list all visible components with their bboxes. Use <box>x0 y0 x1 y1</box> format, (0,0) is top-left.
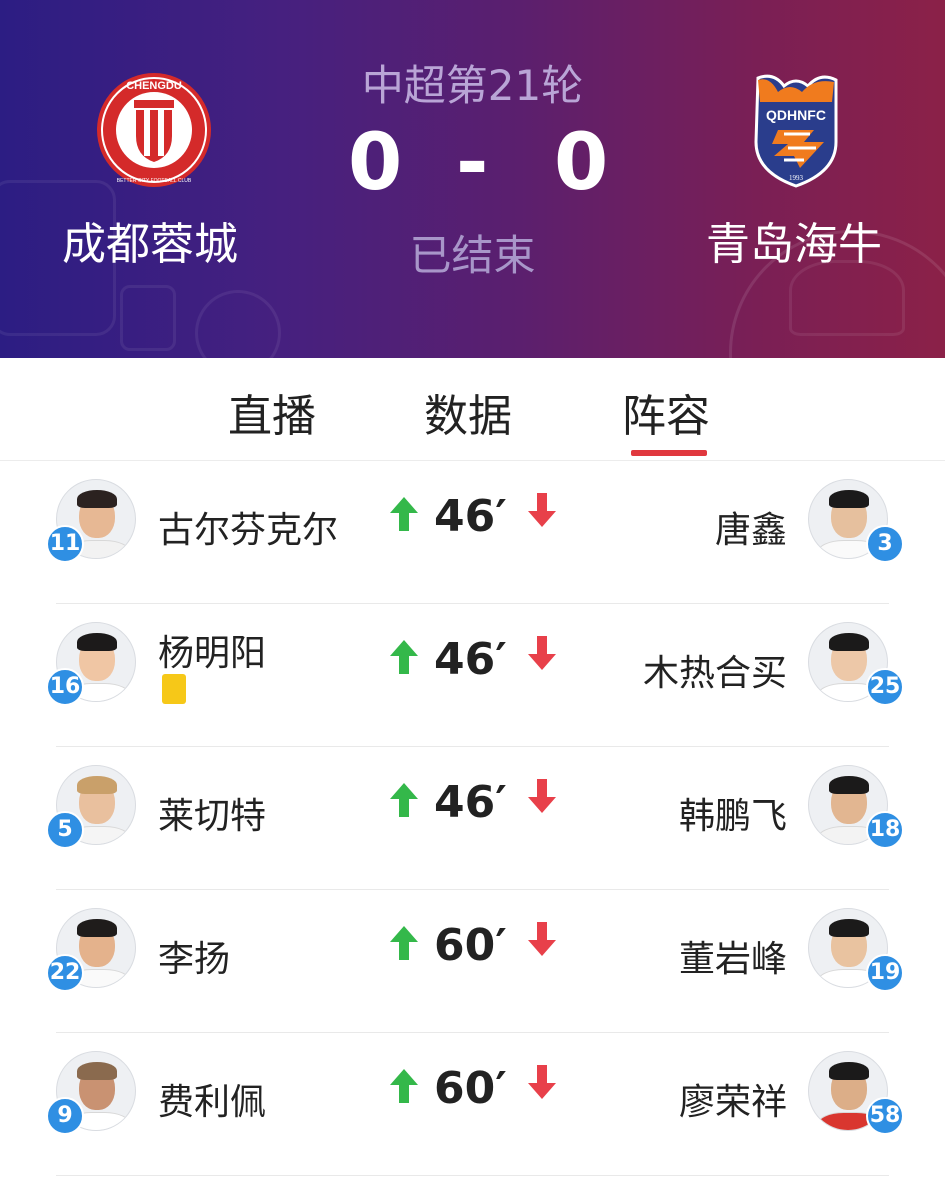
substitution-minute: 60′ <box>434 1063 507 1114</box>
home-player-name[interactable]: 费利佩 <box>158 1073 266 1125</box>
away-player-number-badge: 18 <box>866 811 904 849</box>
away-player-name[interactable]: 韩鹏飞 <box>679 787 787 839</box>
sub-in-arrow-icon <box>390 1069 418 1103</box>
sub-in-arrow-icon <box>390 783 418 817</box>
svg-text:1993: 1993 <box>789 174 804 182</box>
tab-stats[interactable]: 数据 <box>424 380 512 444</box>
home-player-avatar[interactable]: 9 <box>46 1051 136 1135</box>
active-tab-indicator <box>631 450 707 456</box>
sub-out-arrow-icon <box>528 1065 556 1099</box>
home-score: 0 <box>348 118 403 208</box>
whistle-decoration <box>195 290 281 358</box>
away-score: 0 <box>554 118 609 208</box>
home-player-number-badge: 9 <box>46 1097 84 1135</box>
away-player-avatar[interactable]: 3 <box>808 479 904 563</box>
svg-text:BETTER CITY FOOTBALL CLUB: BETTER CITY FOOTBALL CLUB <box>117 178 192 184</box>
away-player-number-badge: 58 <box>866 1097 904 1135</box>
substitution-minute: 60′ <box>434 920 507 971</box>
away-player-number-badge: 3 <box>866 525 904 563</box>
sub-out-arrow-icon <box>528 922 556 956</box>
sub-out-arrow-icon <box>528 636 556 670</box>
score-separator: - <box>456 118 489 208</box>
home-player-name[interactable]: 李扬 <box>158 930 230 982</box>
away-team-name[interactable]: 青岛海牛 <box>706 208 882 272</box>
substitution-minute: 46′ <box>434 491 507 542</box>
tab-bar: 直播 数据 阵容 <box>0 358 945 461</box>
sub-in-arrow-icon <box>390 640 418 674</box>
home-player-name[interactable]: 莱切特 <box>158 787 266 839</box>
away-player-name[interactable]: 廖荣祥 <box>679 1073 787 1125</box>
away-player-name[interactable]: 木热合买 <box>643 644 787 696</box>
away-player-name[interactable]: 董岩峰 <box>679 930 787 982</box>
substitution-minute: 46′ <box>434 634 507 685</box>
sub-in-arrow-icon <box>390 926 418 960</box>
home-player-number-badge: 22 <box>46 954 84 992</box>
away-player-avatar[interactable]: 19 <box>808 908 904 992</box>
substitution-row[interactable]: 11 古尔芬克尔 46′ 唐鑫 3 <box>0 461 945 604</box>
away-player-avatar[interactable]: 25 <box>808 622 904 706</box>
sub-out-arrow-icon <box>528 779 556 813</box>
match-round: 中超第21轮 <box>361 61 584 110</box>
tab-lineup[interactable]: 阵容 <box>622 380 710 444</box>
tab-live[interactable]: 直播 <box>228 380 316 444</box>
substitution-row[interactable]: 9 费利佩 60′ 廖荣祥 58 <box>0 1033 945 1176</box>
home-player-avatar[interactable]: 16 <box>46 622 136 706</box>
thumb-decoration <box>120 285 176 351</box>
home-player-avatar[interactable]: 5 <box>46 765 136 849</box>
home-team-name[interactable]: 成都蓉城 <box>62 208 238 272</box>
home-player-number-badge: 5 <box>46 811 84 849</box>
away-player-avatar[interactable]: 18 <box>808 765 904 849</box>
away-player-number-badge: 19 <box>866 954 904 992</box>
substitution-row[interactable]: 16 杨明阳 46′ 木热合买 25 <box>0 604 945 747</box>
sub-out-arrow-icon <box>528 493 556 527</box>
home-player-name[interactable]: 古尔芬克尔 <box>158 501 338 553</box>
away-player-number-badge: 25 <box>866 668 904 706</box>
home-player-number-badge: 11 <box>46 525 84 563</box>
substitution-row[interactable]: 22 李扬 60′ 董岩峰 19 <box>0 890 945 1033</box>
sub-in-arrow-icon <box>390 497 418 531</box>
yellow-card-icon <box>162 674 186 704</box>
home-player-name[interactable]: 杨明阳 <box>158 624 266 676</box>
away-player-avatar[interactable]: 58 <box>808 1051 904 1135</box>
substitution-row[interactable]: 5 莱切特 46′ 韩鹏飞 18 <box>0 747 945 890</box>
home-player-number-badge: 16 <box>46 668 84 706</box>
home-player-avatar[interactable]: 22 <box>46 908 136 992</box>
away-player-name[interactable]: 唐鑫 <box>715 501 787 553</box>
match-header: CHENGDU BETTER CITY FOOTBALL CLUB QDHNFC… <box>0 0 945 358</box>
home-player-avatar[interactable]: 11 <box>46 479 136 563</box>
row-divider <box>56 1175 889 1176</box>
substitution-minute: 46′ <box>434 777 507 828</box>
